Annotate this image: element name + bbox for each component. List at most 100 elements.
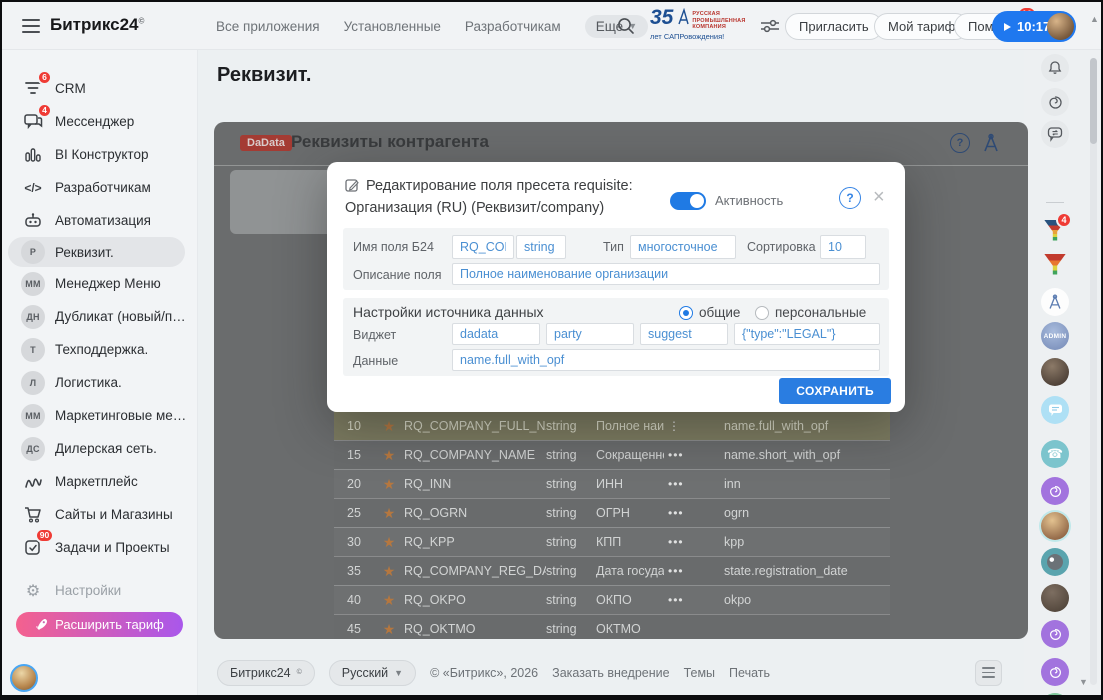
save-button[interactable]: СОХРАНИТЬ: [779, 378, 891, 404]
sidebar-item-manager-menu[interactable]: ММ Менеджер Меню: [2, 267, 197, 300]
sidebar-item-duplicate[interactable]: ДН Дубликат (новый/пов...: [2, 300, 197, 333]
edit-field-modal: Редактирование поля пресета requisite: О…: [327, 162, 905, 412]
crm-funnel-icon-2[interactable]: [1041, 250, 1069, 278]
data-source-heading: Настройки источника данных: [353, 304, 544, 320]
crm-funnel-notification[interactable]: 4: [1041, 212, 1072, 244]
compass-app-shortcut[interactable]: [1041, 288, 1069, 316]
upgrade-tariff-button[interactable]: Расширить тариф: [16, 612, 183, 637]
scroll-up-icon[interactable]: ▲: [1090, 14, 1099, 24]
table-row[interactable]: 20 ★ RQ_INN string ИНН ••• inn: [334, 469, 890, 498]
star-icon[interactable]: ★: [374, 592, 404, 609]
table-row[interactable]: 40 ★ RQ_OKPO string ОКПО ••• okpo: [334, 585, 890, 614]
table-row[interactable]: 30 ★ RQ_KPP string КПП ••• kpp: [334, 527, 890, 556]
sidebar-item-sites-stores[interactable]: Сайты и Магазины: [2, 498, 197, 531]
anniversary-banner[interactable]: 35 РУССКАЯ ПРОМЫШЛЕННАЯ КОМПАНИЯ лет САП…: [650, 7, 760, 46]
table-row[interactable]: 25 ★ RQ_OGRN string ОГРН ••• ogrn: [334, 498, 890, 527]
user-avatar[interactable]: [1047, 13, 1074, 40]
copilot-icon[interactable]: [1041, 88, 1069, 116]
footer-link-themes[interactable]: Темы: [684, 666, 715, 680]
row-menu-icon[interactable]: •••: [664, 593, 724, 607]
owl-bot-avatar[interactable]: [1041, 548, 1069, 576]
copilot-purple-icon-2[interactable]: [1041, 620, 1069, 648]
sidebar-item-settings[interactable]: ⚙ Настройки: [2, 574, 197, 607]
user-avatar-woman[interactable]: [1041, 512, 1069, 540]
widget-input-3[interactable]: [640, 323, 728, 345]
user-avatar-man[interactable]: [1041, 584, 1069, 612]
chat-bubble-icon[interactable]: [1041, 396, 1069, 424]
widget-input-1[interactable]: [452, 323, 540, 345]
widget-input-4[interactable]: [734, 323, 880, 345]
nav-installed[interactable]: Установленные: [344, 19, 441, 34]
bitrix24-logo[interactable]: Битрикс24©: [50, 15, 144, 35]
radio-personal-label[interactable]: персональные: [775, 305, 866, 320]
close-icon[interactable]: ×: [873, 186, 885, 208]
footer-menu-icon[interactable]: [975, 659, 1002, 686]
timer-widget[interactable]: 10:17: [992, 11, 1076, 42]
star-icon[interactable]: ★: [374, 563, 404, 580]
star-icon[interactable]: ★: [374, 476, 404, 493]
sidebar-item-tasks-projects[interactable]: 90 Задачи и Проекты: [2, 527, 197, 564]
star-icon[interactable]: ★: [374, 418, 404, 435]
hamburger-menu-icon[interactable]: [22, 19, 40, 33]
kind-input[interactable]: [630, 235, 736, 259]
field-type-input[interactable]: [516, 235, 566, 259]
row-menu-icon[interactable]: ⋮: [664, 419, 724, 433]
sidebar-item-crm[interactable]: 6 CRM: [2, 69, 197, 105]
admin-avatar[interactable]: ADMIN: [1041, 322, 1069, 350]
field-name-input[interactable]: [452, 235, 514, 259]
sidebar-item-automation[interactable]: Автоматизация: [2, 204, 197, 237]
search-icon[interactable]: [615, 15, 637, 37]
table-row[interactable]: 10 ★ RQ_COMPANY_FULL_NAME string Полное …: [334, 411, 890, 440]
gear-icon: ⚙: [25, 582, 41, 600]
sidebar-item-dealer-network[interactable]: ДС Дилерская сеть.: [2, 432, 197, 465]
sidebar-item-logistics[interactable]: Л Логистика.: [2, 366, 197, 399]
language-selector[interactable]: Русский ▼: [328, 659, 417, 686]
modal-help-icon[interactable]: ?: [839, 187, 861, 209]
sidebar-item-developers[interactable]: </> Разработчикам: [2, 171, 197, 204]
data-input[interactable]: [452, 349, 880, 371]
chat-history-icon[interactable]: [1041, 120, 1069, 148]
copilot-purple-icon-1[interactable]: [1041, 477, 1069, 505]
star-icon[interactable]: ★: [374, 447, 404, 464]
footer-link-print[interactable]: Печать: [729, 666, 770, 680]
sort-input[interactable]: [820, 235, 866, 259]
table-row[interactable]: 35 ★ RQ_COMPANY_REG_DATE string Дата гос…: [334, 556, 890, 585]
user-avatar-chat[interactable]: [1041, 358, 1069, 386]
row-menu-icon[interactable]: •••: [664, 564, 724, 578]
sidebar-item-rekvizit[interactable]: Р Реквизит.: [8, 237, 185, 267]
sidebar-item-marketing-events[interactable]: ММ Маркетинговые меро...: [2, 399, 197, 432]
active-toggle[interactable]: [670, 192, 706, 210]
radio-personal[interactable]: [755, 306, 769, 320]
star-icon[interactable]: ★: [374, 534, 404, 551]
contact-card-icon[interactable]: [1041, 693, 1069, 695]
scroll-down-icon[interactable]: ▼: [1079, 677, 1088, 687]
radio-common-label[interactable]: общие: [699, 305, 740, 320]
sidebar-item-messenger[interactable]: 4 Мессенджер: [2, 102, 197, 138]
copilot-purple-icon-3[interactable]: [1041, 658, 1069, 686]
app-compass-icon[interactable]: [980, 132, 1002, 154]
footer-bitrix-button[interactable]: Битрикс24 ©: [217, 659, 315, 686]
nav-all-apps[interactable]: Все приложения: [216, 19, 320, 34]
sidebar-item-support[interactable]: Т Техподдержка.: [2, 333, 197, 366]
table-row[interactable]: 15 ★ RQ_COMPANY_NAME string Сокращенное …: [334, 440, 890, 469]
description-input[interactable]: [452, 263, 880, 285]
row-menu-icon[interactable]: •••: [664, 506, 724, 520]
footer-link-implementation[interactable]: Заказать внедрение: [552, 666, 669, 680]
invite-button[interactable]: Пригласить: [785, 13, 883, 40]
radio-common[interactable]: [679, 306, 693, 320]
row-menu-icon[interactable]: •••: [664, 477, 724, 491]
sidebar-item-marketplace[interactable]: Маркетплейс: [2, 465, 197, 498]
row-menu-icon[interactable]: •••: [664, 448, 724, 462]
app-help-icon[interactable]: ?: [950, 133, 970, 153]
widget-input-2[interactable]: [546, 323, 634, 345]
sidebar-item-bi-builder[interactable]: BI Конструктор: [2, 138, 197, 171]
star-icon[interactable]: ★: [374, 621, 404, 638]
row-menu-icon[interactable]: •••: [664, 535, 724, 549]
profile-avatar[interactable]: [10, 664, 38, 692]
star-icon[interactable]: ★: [374, 505, 404, 522]
phone-call-icon[interactable]: ☎: [1041, 440, 1069, 468]
filter-sliders-icon[interactable]: [760, 17, 780, 35]
nav-developers[interactable]: Разработчикам: [465, 19, 561, 34]
notifications-bell-icon[interactable]: [1041, 54, 1069, 82]
table-row[interactable]: 45 ★ RQ_OKTMO string ОКТМО: [334, 614, 890, 639]
